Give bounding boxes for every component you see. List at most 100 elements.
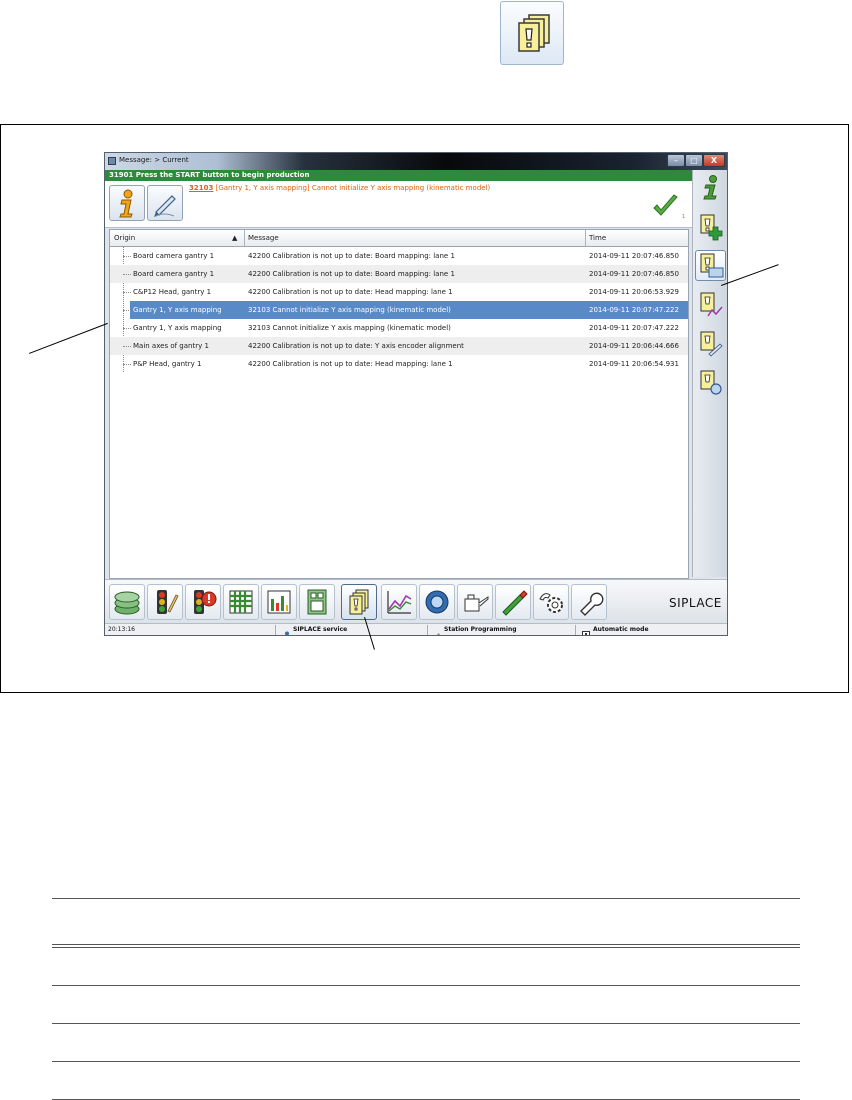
table-row[interactable]: Main axes of gantry 1 42200 Calibration … (110, 337, 688, 355)
table-rule (52, 1023, 800, 1024)
row-time: 2014-09-11 20:06:44.666 (589, 342, 679, 350)
service-hand-button[interactable] (533, 584, 569, 620)
table-rule (52, 985, 800, 986)
nozzle-icon (502, 590, 528, 616)
traffic-light-icon (157, 590, 179, 614)
status-service: SIPLACE service (293, 626, 348, 633)
row-origin: C&P12 Head, gantry 1 (133, 288, 212, 296)
table-rule (52, 944, 800, 945)
minimize-button[interactable]: – (667, 154, 685, 167)
edit-button[interactable] (147, 185, 183, 221)
tree-connector (123, 310, 131, 311)
table-rule (52, 898, 800, 899)
tree-connector (123, 256, 131, 257)
row-message: 42200 Calibration is not up to date: Boa… (248, 252, 455, 260)
column-separator[interactable] (585, 230, 586, 246)
oil-can-icon (464, 594, 489, 612)
oil-can-button[interactable] (457, 584, 493, 620)
component-stack-button[interactable] (109, 584, 145, 620)
tree-connector (123, 346, 131, 347)
automatic-mode-icon (582, 625, 590, 635)
table-rule (52, 947, 800, 948)
status-time: 20:13:16 (108, 626, 135, 633)
board-layout-button[interactable] (299, 584, 335, 620)
row-message: 42200 Calibration is not up to date: Boa… (248, 270, 455, 278)
alert-code-link[interactable]: 32103 (189, 184, 213, 192)
row-time: 2014-09-11 20:07:46.850 (589, 270, 679, 278)
tools-button[interactable] (571, 584, 607, 620)
message-window-icon (700, 253, 724, 278)
add-message-button[interactable] (695, 211, 726, 242)
bottom-toolbar: SIPLACE (105, 579, 727, 624)
table-row[interactable]: Gantry 1, Y axis mapping 32103 Cannot in… (110, 319, 688, 337)
window-title: Message: > Current (119, 156, 189, 164)
message-search-icon (700, 370, 722, 395)
table-row[interactable]: Board camera gantry 1 42200 Calibration … (110, 265, 688, 283)
message-edit-icon (700, 331, 723, 357)
nozzle-button[interactable] (495, 584, 531, 620)
right-side-panel (692, 170, 727, 577)
row-origin: Board camera gantry 1 (133, 270, 215, 278)
message-add-icon (700, 214, 723, 241)
feeder-grid-button[interactable] (223, 584, 259, 620)
close-button[interactable]: X (703, 154, 725, 167)
row-message: 32103 Cannot initialize Y axis mapping (… (248, 306, 451, 314)
title-bar[interactable]: Message: > Current – □ X (105, 153, 727, 170)
row-message: 32103 Cannot initialize Y axis mapping (… (248, 324, 451, 332)
origin-column-header[interactable]: Origin (114, 234, 135, 242)
message-window: Message: > Current – □ X 31901 Press the… (104, 152, 728, 636)
row-origin: Board camera gantry 1 (133, 252, 215, 260)
row-message: 42200 Calibration is not up to date: Hea… (248, 360, 453, 368)
row-origin: Gantry 1, Y axis mapping (133, 324, 222, 332)
acknowledge-button[interactable] (647, 189, 683, 225)
status-station: Station Programming (444, 626, 517, 633)
line-chart-button[interactable] (381, 584, 417, 620)
line-chart-icon (387, 591, 412, 614)
acknowledge-count: 1 (682, 214, 686, 220)
sort-ascending-icon[interactable]: ▲ (232, 234, 237, 242)
row-time: 2014-09-11 20:07:47.222 (589, 306, 679, 314)
table-rule (52, 1061, 800, 1062)
table-row[interactable]: P&P Head, gantry 1 42200 Calibration is … (110, 355, 688, 373)
info-side-button[interactable] (695, 172, 726, 203)
messages-button[interactable] (341, 584, 377, 620)
alert-text: [Gantry 1, Y axis mapping] Cannot initia… (213, 184, 491, 192)
column-separator[interactable] (244, 230, 245, 246)
message-column-header[interactable]: Message (248, 234, 279, 242)
current-alert-message: 32103 [Gantry 1, Y axis mapping] Cannot … (189, 184, 490, 192)
brand-logo: SIPLACE (669, 596, 722, 610)
table-row-selected[interactable]: Gantry 1, Y axis mapping 32103 Cannot in… (130, 301, 688, 319)
status-separator (275, 625, 276, 635)
message-history-button[interactable] (695, 289, 726, 320)
checkmark-icon (653, 194, 678, 216)
status-separator (427, 625, 428, 635)
tree-connector (123, 364, 131, 365)
table-row[interactable]: C&P12 Head, gantry 1 42200 Calibration i… (110, 283, 688, 301)
tree-connector (123, 292, 131, 293)
pen-icon (154, 195, 176, 217)
bar-chart-button[interactable] (261, 584, 297, 620)
current-message-panel: 32103 [Gantry 1, Y axis mapping] Cannot … (105, 181, 692, 228)
tree-connector (123, 274, 131, 275)
table-header: Origin ▲ Message Time (110, 230, 688, 247)
time-column-header[interactable]: Time (589, 234, 606, 242)
status-banner-text: 31901 Press the START button to begin pr… (109, 171, 310, 179)
maximize-button[interactable]: □ (685, 154, 703, 167)
message-edit-button[interactable] (695, 328, 726, 359)
row-origin: Gantry 1, Y axis mapping (133, 306, 222, 314)
traffic-light-alert-button[interactable] (185, 584, 221, 620)
board-icon (307, 589, 327, 615)
info-button[interactable] (109, 185, 145, 221)
messages-icon (500, 1, 564, 65)
row-time: 2014-09-11 20:06:54.931 (589, 360, 679, 368)
info-icon (119, 189, 133, 218)
row-time: 2014-09-11 20:07:46.850 (589, 252, 679, 260)
traffic-light-alert-icon (194, 590, 217, 614)
current-messages-button[interactable] (695, 250, 726, 281)
message-table: Origin ▲ Message Time Board camera gantr… (109, 229, 689, 579)
message-search-button[interactable] (695, 367, 726, 398)
camera-lens-icon (425, 590, 449, 614)
traffic-light-edit-button[interactable] (147, 584, 183, 620)
table-row[interactable]: Board camera gantry 1 42200 Calibration … (110, 247, 688, 265)
camera-button[interactable] (419, 584, 455, 620)
